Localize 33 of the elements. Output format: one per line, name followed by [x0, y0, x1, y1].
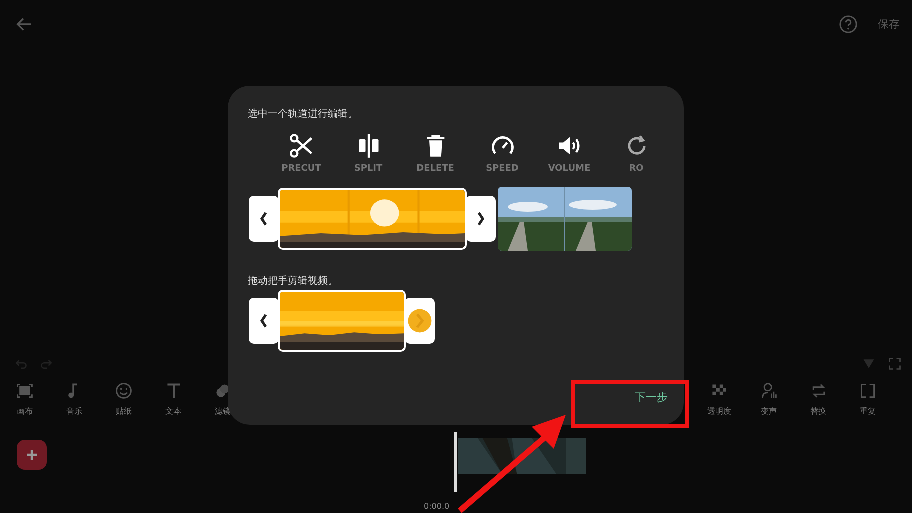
rotate-tool-button[interactable]: RO	[603, 133, 670, 174]
tool-label: 透明度	[707, 406, 732, 417]
sticker-icon[interactable]	[114, 382, 133, 400]
right-trim-handle[interactable]	[466, 196, 496, 242]
scissors-icon	[288, 133, 314, 159]
tool-label: 变声	[761, 406, 778, 417]
voice-icon[interactable]	[760, 382, 778, 400]
left-trim-handle[interactable]	[249, 196, 279, 242]
tool-label: 画布	[16, 406, 33, 417]
add-button[interactable]	[17, 440, 47, 470]
left-trim-handle[interactable]	[249, 298, 279, 344]
tool-label: 文本	[166, 406, 182, 417]
right-trim-handle[interactable]	[405, 298, 435, 344]
tool-label: 音乐	[66, 406, 82, 417]
speed-tool-button[interactable]: SPEED	[469, 133, 536, 174]
help-icon[interactable]	[839, 14, 858, 34]
text-icon[interactable]	[164, 382, 183, 400]
fullscreen-icon[interactable]	[888, 357, 902, 371]
canvas-icon[interactable]	[16, 382, 34, 400]
split-tool-button[interactable]: SPLIT	[335, 133, 402, 174]
repeat-icon[interactable]	[859, 382, 878, 400]
save-button[interactable]: 保存	[878, 16, 900, 32]
volume-tool-button[interactable]: VOLUME	[536, 133, 603, 174]
tool-label: 贴纸	[116, 406, 132, 417]
tool-label: 替换	[810, 406, 827, 417]
scissors-tool-button[interactable]: PRECUT	[268, 133, 335, 174]
timecode: 0:00.0	[424, 502, 450, 511]
hint-text: 拖动把手剪辑视频。	[248, 274, 339, 288]
next-step-button[interactable]: 下一步	[635, 382, 668, 413]
plus-icon	[26, 449, 38, 461]
trash-tool-button[interactable]: DELETE	[402, 133, 469, 174]
tool-label: 重复	[860, 406, 876, 417]
hint-text: 选中一个轨道进行编辑。	[248, 108, 359, 121]
